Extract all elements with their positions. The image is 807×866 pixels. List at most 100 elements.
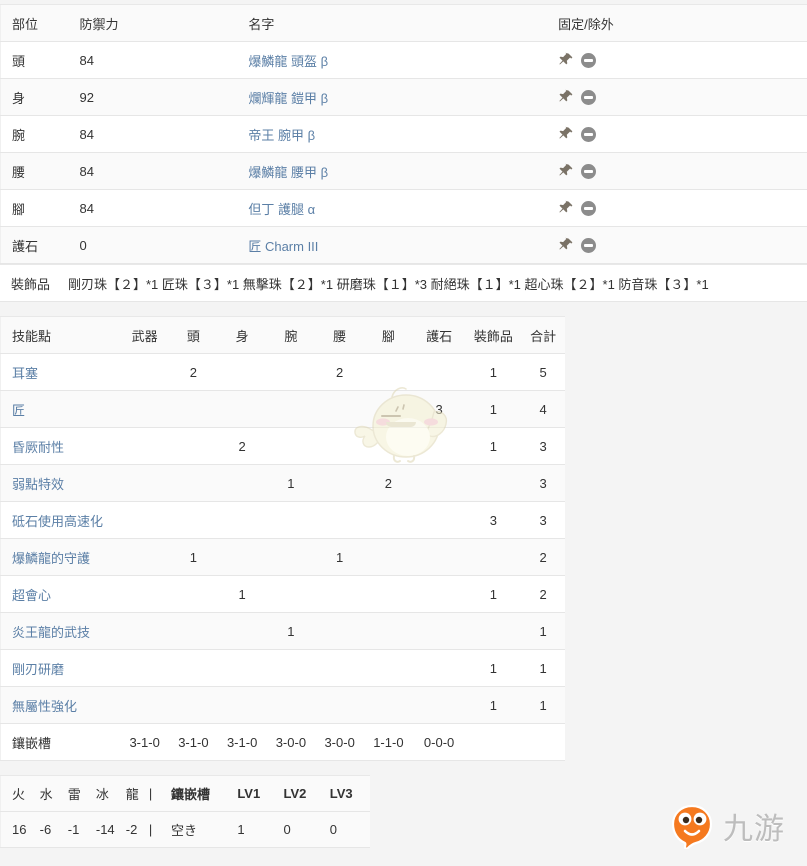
skill-total: 1 — [521, 649, 565, 687]
skill-legs: 2 — [364, 464, 413, 502]
skill-table-body: 耳塞 2 2 1 5 匠 3 1 4 昏厥耐性 2 1 3 弱點特效 1 2 3 砥石使用高速化 3 3 爆鱗龍的守護 1… — [0, 353, 565, 761]
skill-waist — [315, 427, 365, 465]
skill-col-charm: 護石 — [412, 316, 466, 354]
skill-body — [217, 353, 267, 391]
table-row: 炎王龍的武技 1 1 — [0, 612, 565, 650]
skill-deco: 1 — [465, 427, 522, 465]
minus-circle-icon[interactable] — [581, 52, 597, 68]
skill-head — [169, 390, 218, 428]
skill-weapon — [120, 686, 170, 724]
resist-table-head: 火 水 雷 冰 龍 | 鑲嵌槽 LV1 LV2 LV3 — [0, 775, 370, 812]
slot-total — [521, 723, 565, 761]
armor-defense: 84 — [68, 189, 249, 227]
skill-col-skill: 技能點 — [0, 316, 121, 354]
skill-charm — [412, 575, 466, 613]
skill-col-arms: 腕 — [266, 316, 316, 354]
skill-body — [217, 501, 267, 539]
resist-val-ice: -14 — [84, 811, 115, 848]
armor-part: 身 — [0, 78, 69, 116]
resist-col-dragon: 龍 — [114, 775, 143, 812]
minus-circle-icon[interactable] — [581, 89, 597, 105]
resist-col-lv3: LV3 — [323, 775, 370, 812]
table-row: 砥石使用高速化 3 3 — [0, 501, 565, 539]
skill-name[interactable]: 弱點特效 — [0, 464, 121, 502]
skill-legs — [364, 390, 413, 428]
pin-icon[interactable] — [558, 200, 574, 216]
slot-legs: 1-1-0 — [364, 723, 413, 761]
pin-icon[interactable] — [558, 89, 574, 105]
skill-weapon — [120, 649, 170, 687]
resistance-table: 火 水 雷 冰 龍 | 鑲嵌槽 LV1 LV2 LV3 16 -6 -1 -14… — [0, 775, 370, 848]
skill-legs — [364, 649, 413, 687]
armor-part: 腳 — [0, 189, 69, 227]
skill-total: 3 — [521, 501, 565, 539]
minus-circle-icon[interactable] — [581, 126, 597, 142]
armor-name-cell: 爛輝龍 鎧甲 β — [248, 78, 559, 116]
slot-row: 鑲嵌槽 3-1-0 3-1-0 3-1-0 3-0-0 3-0-0 1-1-0 0-0-0 — [0, 723, 565, 761]
skill-arms — [266, 538, 316, 576]
resist-col-ice: 冰 — [84, 775, 115, 812]
resist-col-lv1: LV1 — [231, 775, 278, 812]
minus-circle-icon[interactable] — [581, 237, 597, 253]
pin-icon[interactable] — [558, 237, 574, 253]
skill-name[interactable]: 耳塞 — [0, 353, 121, 391]
pin-icon[interactable] — [558, 52, 574, 68]
resist-col-slot: 鑲嵌槽 — [165, 775, 232, 812]
armor-name-link[interactable]: 爆鱗龍 頭盔 β — [248, 54, 328, 69]
skill-name[interactable]: 無屬性強化 — [0, 686, 121, 724]
pin-icon[interactable] — [558, 126, 574, 142]
armor-part: 腰 — [0, 152, 69, 190]
armor-defense: 92 — [68, 78, 249, 116]
skill-head — [169, 464, 218, 502]
skill-name[interactable]: 剛刃研磨 — [0, 649, 121, 687]
armor-name-link[interactable]: 匠 Charm III — [248, 239, 318, 254]
skill-head — [169, 612, 218, 650]
skill-weapon — [120, 538, 170, 576]
skill-weapon — [120, 390, 170, 428]
slot-charm: 0-0-0 — [412, 723, 466, 761]
skill-arms — [266, 686, 316, 724]
skill-arms — [266, 353, 316, 391]
skill-head — [169, 427, 218, 465]
skill-name[interactable]: 炎王龍的武技 — [0, 612, 121, 650]
skill-arms — [266, 501, 316, 539]
skill-waist — [315, 464, 365, 502]
resist-val-thunder: -1 — [56, 811, 85, 848]
skill-legs — [364, 686, 413, 724]
skill-legs — [364, 501, 413, 539]
armor-name-link[interactable]: 但丁 護腿 α — [248, 202, 315, 217]
skill-name[interactable]: 昏厥耐性 — [0, 427, 121, 465]
skill-arms — [266, 575, 316, 613]
fix-exclude-actions — [558, 89, 807, 105]
armor-col-fix: 固定/除外 — [558, 4, 807, 42]
skill-weapon — [120, 575, 170, 613]
skill-weapon — [120, 353, 170, 391]
skill-name[interactable]: 超會心 — [0, 575, 121, 613]
jiuyou-logo-text: 九游 — [723, 812, 785, 847]
resist-val-lv3: 0 — [323, 811, 370, 848]
armor-name-link[interactable]: 爛輝龍 鎧甲 β — [248, 91, 328, 106]
resist-val-lv1: 1 — [231, 811, 278, 848]
skill-col-deco: 裝飾品 — [465, 316, 522, 354]
resist-col-water: 水 — [28, 775, 57, 812]
armor-defense: 84 — [68, 41, 249, 79]
skill-charm — [412, 427, 466, 465]
skill-total: 5 — [521, 353, 565, 391]
table-row: 護石 0 匠 Charm III — [0, 226, 807, 264]
skill-total: 2 — [521, 538, 565, 576]
skill-name[interactable]: 匠 — [0, 390, 121, 428]
armor-name-link[interactable]: 爆鱗龍 腰甲 β — [248, 165, 328, 180]
skill-name[interactable]: 爆鱗龍的守護 — [0, 538, 121, 576]
minus-circle-icon[interactable] — [581, 200, 597, 216]
pin-icon[interactable] — [558, 163, 574, 179]
armor-col-name: 名字 — [248, 4, 559, 42]
resist-val-separator: | — [142, 811, 166, 848]
armor-part: 護石 — [0, 226, 69, 264]
skill-deco — [465, 464, 522, 502]
minus-circle-icon[interactable] — [581, 163, 597, 179]
slot-deco — [465, 723, 522, 761]
skill-charm — [412, 464, 466, 502]
skill-name[interactable]: 砥石使用高速化 — [0, 501, 121, 539]
armor-name-link[interactable]: 帝王 腕甲 β — [248, 128, 315, 143]
skill-charm — [412, 612, 466, 650]
